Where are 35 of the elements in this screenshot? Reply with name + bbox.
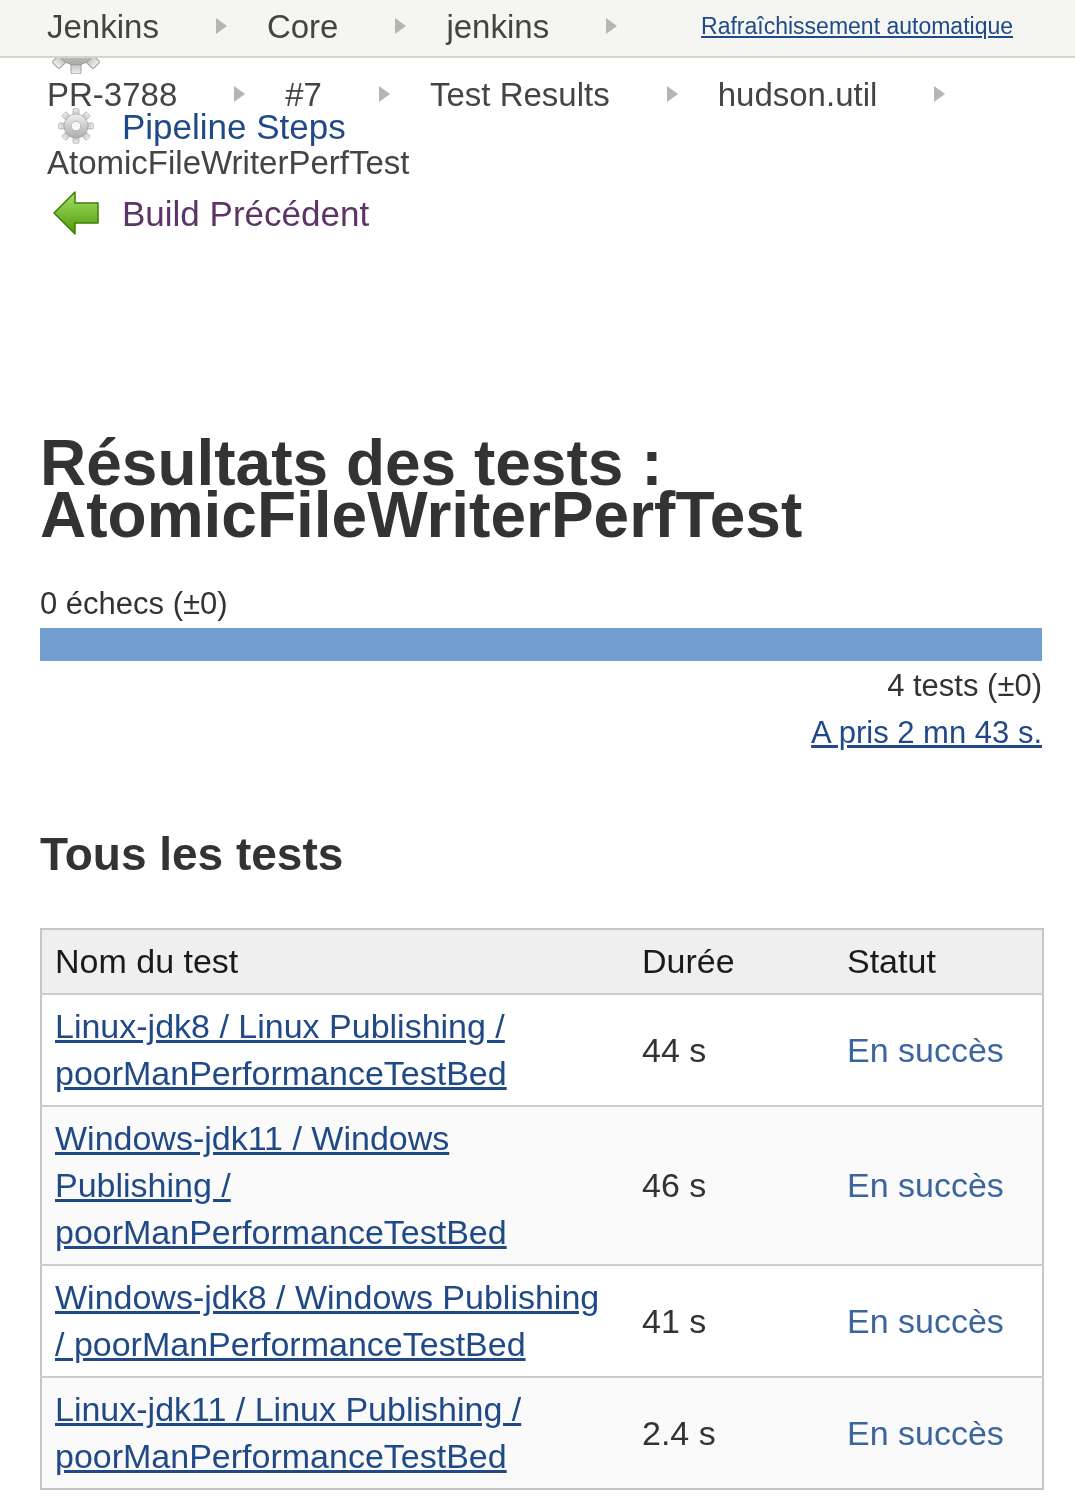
breadcrumb-link[interactable]: Test Results [429, 77, 610, 111]
gear-icon [58, 108, 94, 144]
caret-icon[interactable] [378, 86, 390, 102]
caret-icon[interactable] [395, 18, 407, 34]
status-cell: En succès [834, 1377, 1043, 1489]
left-arrow-icon [53, 191, 99, 235]
duration-cell: 2.4 s [629, 1377, 834, 1489]
caret-icon[interactable] [234, 86, 246, 102]
caret-icon[interactable] [215, 18, 227, 34]
test-name-link[interactable]: Windows-jdk8 / Windows Publishing / poorManPerformanceTestBed [55, 1274, 609, 1368]
test-name-link[interactable]: Linux-jdk8 / Linux Publishing / poorManPerformanceTestBed [55, 1003, 609, 1097]
test-count: 4 tests (±0) [887, 668, 1042, 704]
page-title: Résultats des tests : AtomicFileWriterPerfTest [40, 437, 803, 541]
column-header: Statut [834, 929, 1043, 994]
status-cell: En succès [834, 1106, 1043, 1265]
breadcrumb-link[interactable]: #7 [285, 77, 322, 111]
breadcrumb-link[interactable]: PR-3788 [47, 77, 178, 111]
gear-icon [50, 58, 102, 74]
column-header: Nom du test [41, 929, 629, 994]
caret-icon[interactable] [934, 86, 946, 102]
duration-link[interactable]: A pris 2 mn 43 s. [811, 715, 1042, 751]
caret-icon[interactable] [606, 18, 618, 34]
caret-icon[interactable] [666, 86, 678, 102]
duration-cell: 46 s [629, 1106, 834, 1265]
column-header: Durée [629, 929, 834, 994]
breadcrumb-link[interactable]: hudson.util [717, 77, 878, 111]
sidebar-link[interactable]: Pipeline Steps [47, 108, 346, 144]
breadcrumb-link[interactable]: AtomicFileWriterPerfTest [47, 145, 410, 179]
breadcrumb-link[interactable]: jenkins [446, 9, 550, 43]
failure-summary: 0 échecs (±0) [40, 586, 228, 622]
breadcrumb-link[interactable]: Core [266, 9, 339, 43]
sidebar-link[interactable]: Build Précédent [47, 191, 370, 235]
auto-refresh-link[interactable]: Rafraîchissement automatique [701, 14, 1013, 38]
section-heading: Tous les tests [40, 828, 344, 880]
breadcrumb-link[interactable]: Jenkins [47, 9, 159, 43]
